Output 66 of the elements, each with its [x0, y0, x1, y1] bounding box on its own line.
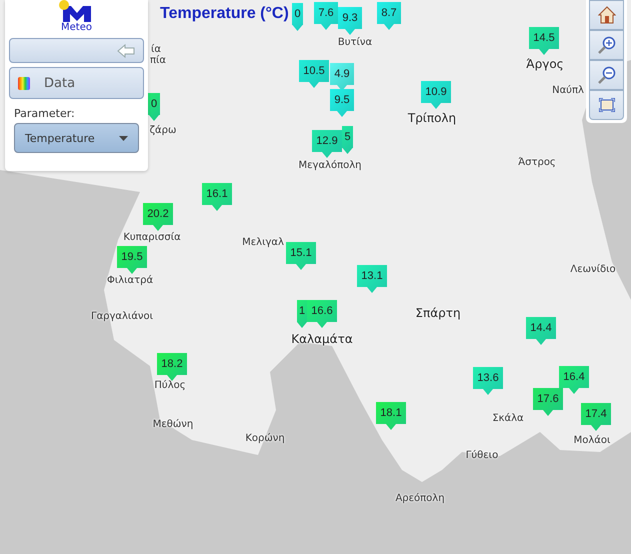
place-label: Άργος [526, 57, 564, 71]
place-label: Κυπαρισσία [123, 232, 181, 244]
place-label: Μεθώνη [152, 419, 194, 431]
zoom-in-button[interactable] [589, 30, 624, 60]
temperature-marker[interactable]: 13.6 [473, 367, 503, 395]
temperature-marker[interactable]: 17.4 [581, 403, 611, 431]
temperature-marker[interactable]: 18.1 [376, 402, 406, 430]
place-label: Γύθειο [466, 450, 498, 462]
temperature-marker[interactable]: 4.9 [330, 63, 354, 91]
parameter-label: Parameter: [14, 107, 76, 120]
temperature-marker[interactable]: 13.1 [357, 265, 387, 293]
zoom-out-icon [598, 66, 616, 84]
place-label: Μεγαλόπολη [298, 160, 362, 172]
place-label: ζάρω [150, 125, 176, 137]
extent-icon [598, 98, 614, 112]
place-label: Αρεόπολη [395, 493, 445, 505]
temperature-marker[interactable]: 18.2 [157, 353, 187, 381]
zoom-extent-button[interactable] [589, 90, 624, 120]
place-label: Γαργαλιάνοι [91, 311, 153, 323]
place-label: Πύλος [154, 380, 186, 392]
temperature-marker[interactable]: 1 [297, 300, 307, 328]
logo-text: Meteo [61, 22, 92, 34]
temperature-marker[interactable]: 15.1 [286, 242, 316, 270]
temperature-marker[interactable]: 19.5 [117, 246, 147, 274]
temperature-marker[interactable]: 9.5 [330, 89, 354, 117]
temperature-marker[interactable]: 10.5 [299, 60, 329, 88]
temperature-marker[interactable]: 20.2 [143, 203, 173, 231]
place-label: Μολάοι [574, 435, 610, 447]
home-button[interactable] [589, 0, 624, 30]
home-icon [598, 6, 616, 24]
collapse-button[interactable] [9, 38, 144, 63]
arrow-left-icon [117, 44, 135, 58]
temperature-marker[interactable]: 16.1 [202, 183, 232, 211]
place-label: Άστρος [518, 157, 556, 169]
place-label: Καλαμάτα [291, 332, 353, 346]
data-section-header[interactable]: Data [9, 67, 144, 99]
place-label: Φιλιατρά [106, 275, 154, 287]
place-label: πία [150, 55, 166, 67]
place-label: Σπάρτη [415, 306, 461, 320]
place-label: Τρίπολη [408, 111, 456, 125]
place-label: Σκάλα [492, 413, 524, 425]
temperature-marker[interactable]: 14.5 [529, 27, 559, 55]
place-label: Μελιγαλ [242, 237, 284, 249]
place-label: Λεωνίδιο [570, 264, 616, 276]
temperature-marker[interactable]: 12.9 [312, 130, 342, 158]
temperature-marker[interactable]: 17.6 [533, 388, 563, 416]
temperature-marker[interactable]: 9.3 [338, 7, 362, 35]
temperature-marker[interactable]: 16.4 [559, 366, 589, 394]
place-label: Βυτίνα [338, 37, 372, 49]
place-label: Κορώνη [245, 433, 285, 445]
temperature-marker[interactable]: 0 [148, 93, 160, 121]
zoom-in-icon [598, 36, 616, 54]
place-label: Ναύπλ [552, 85, 584, 97]
parameter-dropdown[interactable]: Temperature [14, 123, 139, 153]
temperature-marker[interactable]: 16.6 [307, 300, 337, 328]
caret-icon [119, 136, 128, 140]
temperature-marker[interactable]: 8.7 [377, 2, 401, 30]
temperature-marker[interactable]: 14.4 [526, 317, 556, 345]
temperature-marker[interactable]: 0 [292, 3, 303, 31]
temperature-marker[interactable]: 10.9 [421, 81, 451, 109]
zoom-out-button[interactable] [589, 60, 624, 90]
map-title: Temperature (°C) [160, 5, 289, 23]
place-label: ία [151, 44, 161, 55]
temperature-marker[interactable]: 7.6 [314, 2, 338, 30]
palette-icon [18, 76, 30, 90]
temperature-marker[interactable]: 5 [342, 126, 353, 154]
